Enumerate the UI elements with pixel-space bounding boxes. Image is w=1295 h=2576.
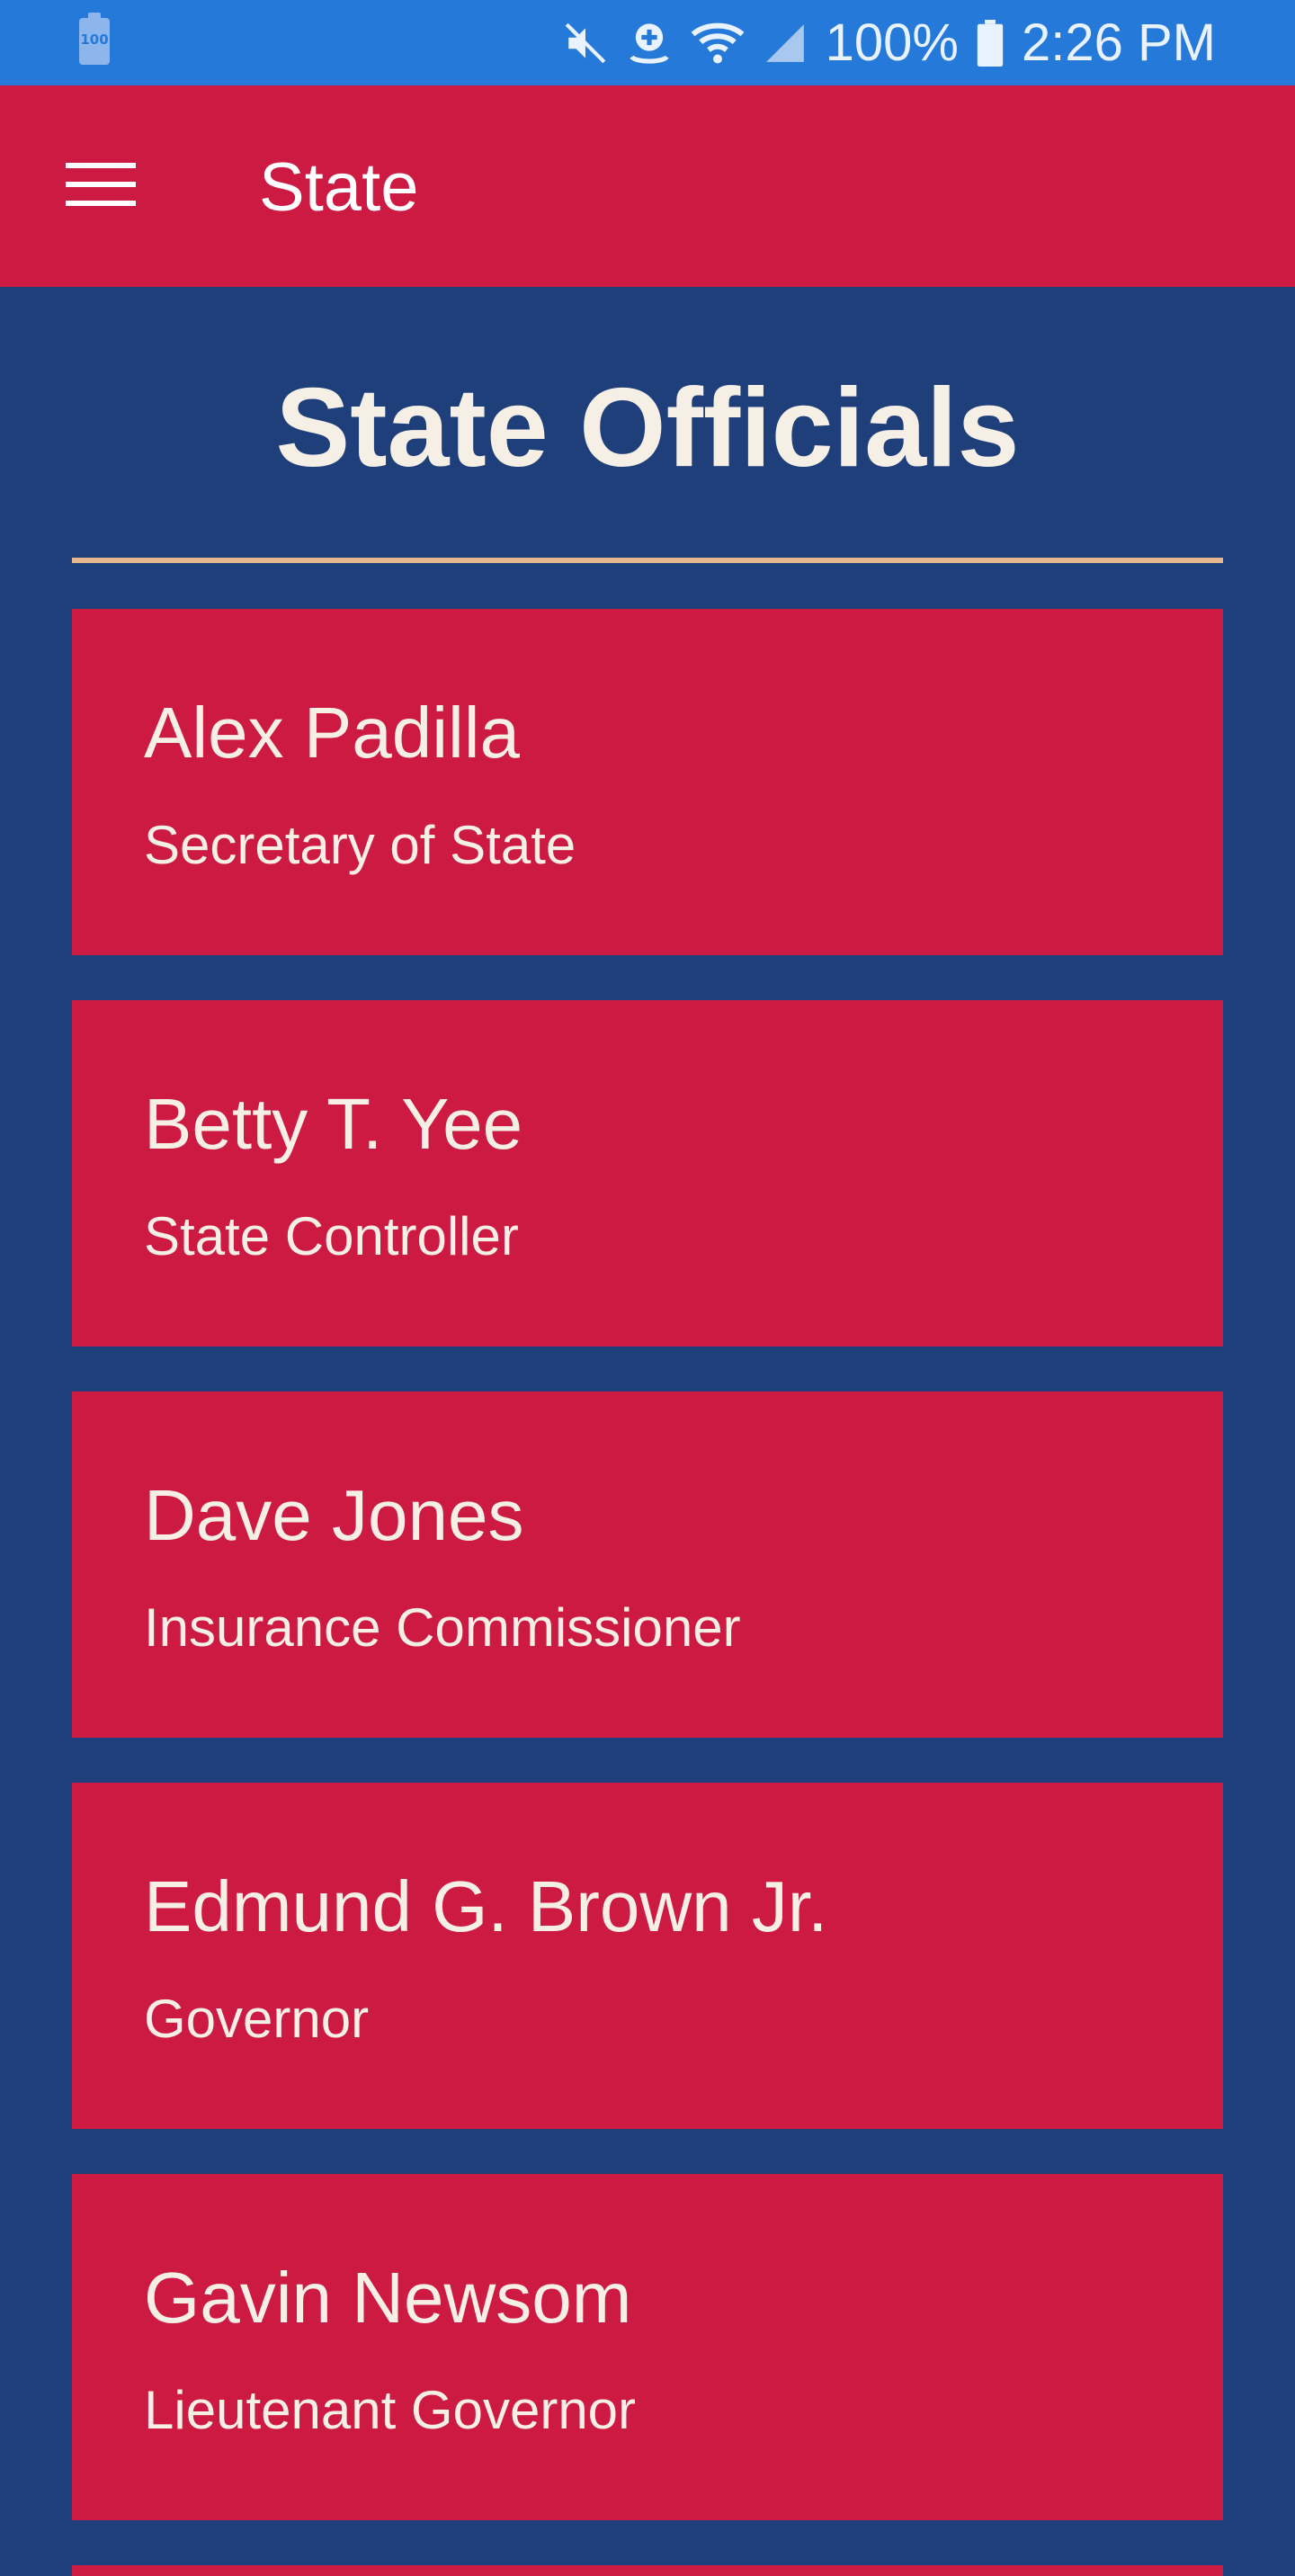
official-title: Lieutenant Governor	[144, 2380, 637, 2440]
official-card[interactable]: Gavin Newsom Lieutenant Governor	[72, 2174, 1223, 2520]
official-name: Edmund G. Brown Jr.	[144, 1866, 828, 1946]
battery-icon	[977, 19, 1004, 67]
heading-divider	[72, 558, 1223, 563]
page-title: State Officials	[275, 366, 1020, 490]
official-title: Insurance Commissioner	[144, 1597, 741, 1658]
official-card[interactable]: Dave Jones Insurance Commissioner	[72, 1391, 1223, 1738]
official-card[interactable]: Betty T. Yee State Controller	[72, 1000, 1223, 1346]
official-title: Governor	[144, 1989, 370, 2049]
signal-icon	[763, 21, 808, 66]
status-bar: 100 100% 2:26 PM	[0, 0, 1295, 85]
battery-percent: 100%	[825, 13, 959, 72]
official-name: Dave Jones	[144, 1475, 524, 1555]
location-icon	[626, 20, 673, 67]
status-indicators: 100% 2:26 PM	[563, 0, 1216, 85]
official-card[interactable]	[72, 2565, 1223, 2576]
status-time: 2:26 PM	[1022, 13, 1216, 72]
official-name: Betty T. Yee	[144, 1084, 523, 1164]
mute-icon	[563, 21, 608, 66]
official-card[interactable]: Edmund G. Brown Jr. Governor	[72, 1783, 1223, 2129]
official-name: Gavin Newsom	[144, 2258, 632, 2338]
menu-button[interactable]	[54, 154, 147, 219]
menu-icon	[66, 161, 136, 212]
official-card[interactable]: Alex Padilla Secretary of State	[72, 609, 1223, 955]
official-title: Secretary of State	[144, 815, 576, 875]
battery-level-label: 100	[80, 31, 109, 48]
wifi-icon	[691, 21, 745, 66]
app-bar: State	[0, 85, 1295, 287]
official-title: State Controller	[144, 1206, 519, 1266]
battery-icon: 100	[79, 13, 110, 65]
app-title: State	[259, 149, 419, 226]
official-name: Alex Padilla	[144, 693, 521, 773]
